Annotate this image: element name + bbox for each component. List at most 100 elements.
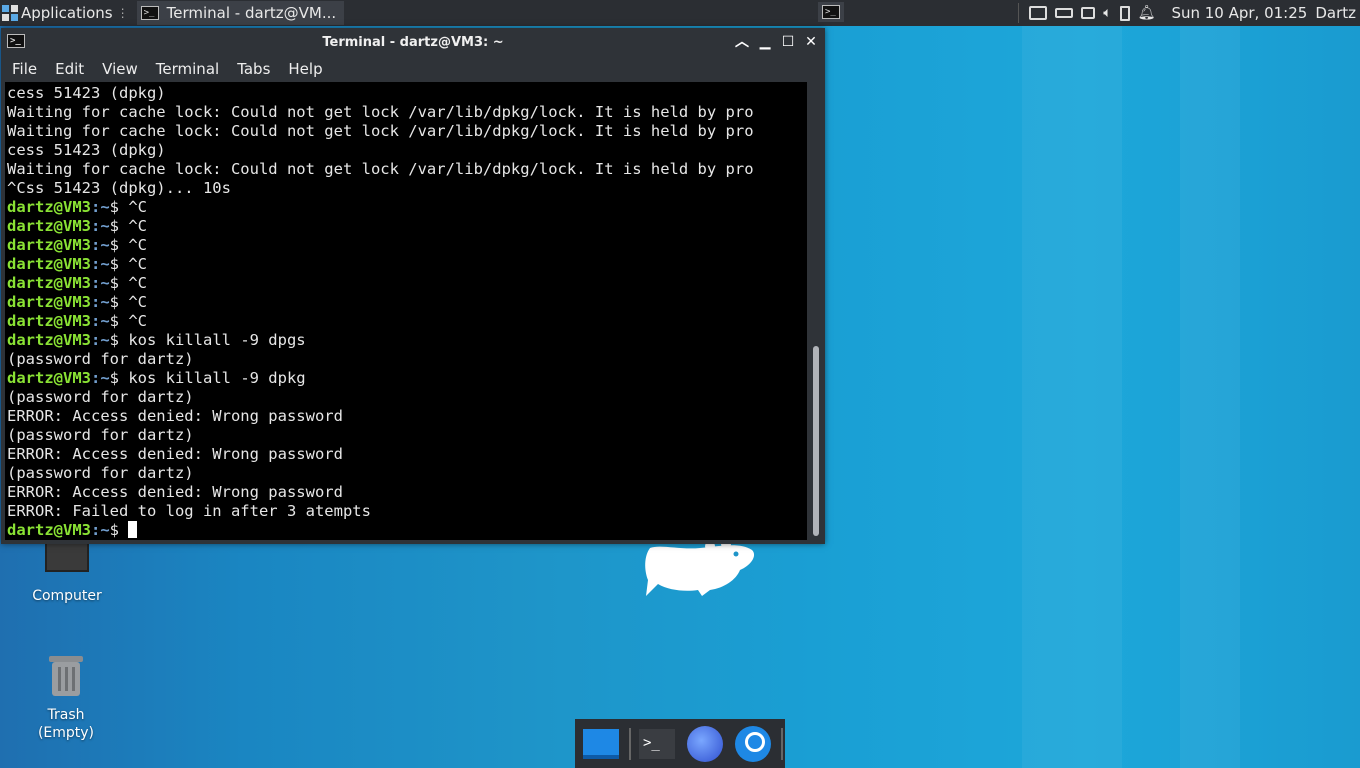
dock-search[interactable] [731, 722, 775, 766]
prompt-path: :~ [91, 236, 110, 254]
separator-icon: ⋮ [116, 6, 129, 20]
command-text: $ [109, 521, 129, 539]
terminal-line: dartz@VM3:~$ ^C [7, 236, 807, 255]
system-tray: 🔈︎ 🔔︎ Sun 10 Apr, 01:25 Dartz [1012, 0, 1360, 26]
taskbar-item-label: Terminal - dartz@VM... [166, 4, 337, 22]
show-desktop-icon [583, 728, 619, 759]
menu-terminal[interactable]: Terminal [145, 60, 226, 78]
network-icon[interactable] [1029, 6, 1048, 20]
keyboard-icon[interactable] [1055, 8, 1074, 18]
clock[interactable]: Sun 10 Apr, 01:25 [1171, 4, 1307, 22]
battery-icon[interactable] [1119, 5, 1130, 21]
command-text: $ kos killall -9 dpkg [109, 369, 306, 387]
prompt-user: dartz@VM3 [7, 312, 91, 330]
menu-file[interactable]: File [1, 60, 44, 78]
command-text: $ ^C [109, 293, 147, 311]
applications-label: Applications [21, 4, 113, 22]
applications-icon [2, 5, 18, 21]
menu-view[interactable]: View [91, 60, 145, 78]
prompt-path: :~ [91, 198, 110, 216]
prompt-path: :~ [91, 274, 110, 292]
prompt-path: :~ [91, 293, 110, 311]
command-text: $ ^C [109, 217, 147, 235]
terminal-line: ERROR: Access denied: Wrong password [7, 407, 343, 425]
dock: >_ [575, 719, 785, 768]
display-icon[interactable] [1081, 7, 1096, 19]
dock-browser[interactable] [683, 722, 727, 766]
terminal-line: ERROR: Access denied: Wrong password [7, 445, 343, 463]
terminal-icon: >_ [639, 728, 675, 759]
browser-icon [687, 725, 723, 762]
notification-bell-icon[interactable]: 🔔︎ [1138, 5, 1156, 21]
terminal-line: dartz@VM3:~$ ^C [7, 217, 807, 236]
top-panel: Applications ⋮ >_ Terminal - dartz@VM...… [0, 0, 1360, 26]
window-title: Terminal - dartz@VM3: ~ [322, 35, 504, 50]
prompt-path: :~ [91, 217, 110, 235]
terminal-window[interactable]: >_ Terminal - dartz@VM3: ~ ︿ ▁ ☐ ✕ File … [1, 28, 825, 544]
menu-tabs[interactable]: Tabs [226, 60, 277, 78]
terminal-line: cess 51423 (dpkg) [7, 141, 166, 159]
menu-help[interactable]: Help [277, 60, 329, 78]
terminal-line: dartz@VM3:~$ ^C [7, 312, 807, 331]
taskbar-item-terminal[interactable]: >_ Terminal - dartz@VM... [136, 1, 345, 25]
menu-edit[interactable]: Edit [44, 60, 91, 78]
terminal-line: dartz@VM3:~$ ^C [7, 255, 807, 274]
prompt-user: dartz@VM3 [7, 293, 91, 311]
prompt-user: dartz@VM3 [7, 331, 91, 349]
applications-menu[interactable]: Applications ⋮ [0, 0, 133, 26]
command-text: $ ^C [109, 255, 147, 273]
terminal-line: (password for dartz) [7, 464, 194, 482]
prompt-user: dartz@VM3 [7, 369, 91, 387]
terminal-line: dartz@VM3:~$ kos killall -9 dpgs [7, 331, 807, 350]
scrollbar[interactable] [809, 82, 823, 540]
tray-separator [1018, 3, 1020, 23]
terminal-line: (password for dartz) [7, 350, 194, 368]
desktop-icon-computer[interactable]: Computer [22, 540, 112, 604]
terminal-line: cess 51423 (dpkg) [7, 84, 166, 102]
terminal-line: dartz@VM3:~$ ^C [7, 274, 807, 293]
terminal-line: dartz@VM3:~$ ^C [7, 198, 807, 217]
terminal-line: ERROR: Access denied: Wrong password [7, 483, 343, 501]
terminal-line: Waiting for cache lock: Could not get lo… [7, 103, 754, 121]
terminal-line: (password for dartz) [7, 388, 194, 406]
search-icon [735, 725, 771, 762]
desktop-icon-trash[interactable]: Trash (Empty) [20, 654, 112, 742]
desktop-icon-label: Trash (Empty) [37, 707, 95, 741]
command-text: $ ^C [109, 236, 147, 254]
terminal-cursor [128, 521, 138, 538]
panel-terminal-launcher[interactable]: >_ [818, 2, 844, 22]
command-text: $ ^C [109, 274, 147, 292]
window-titlebar[interactable]: >_ Terminal - dartz@VM3: ~ ︿ ▁ ☐ ✕ [1, 28, 825, 56]
maximize-button[interactable]: ☐ [779, 33, 797, 51]
terminal-line: dartz@VM3:~$ kos killall -9 dpkg [7, 369, 807, 388]
menu-bar: File Edit View Terminal Tabs Help [1, 56, 330, 82]
minimize-button[interactable]: ▁ [756, 33, 774, 51]
terminal-line: Waiting for cache lock: Could not get lo… [7, 160, 754, 178]
xfce-mouse-logo [645, 540, 755, 596]
dock-terminal[interactable]: >_ [635, 722, 679, 766]
dock-show-desktop[interactable] [579, 722, 623, 766]
terminal-icon: >_ [822, 5, 840, 19]
scrollbar-thumb[interactable] [813, 346, 819, 536]
prompt-path: :~ [91, 521, 110, 539]
prompt-user: dartz@VM3 [7, 198, 91, 216]
user-menu[interactable]: Dartz [1315, 4, 1356, 22]
terminal-line: Waiting for cache lock: Could not get lo… [7, 122, 754, 140]
terminal-icon: >_ [140, 6, 159, 20]
desktop-icon-label: Computer [32, 588, 102, 604]
command-text: $ kos killall -9 dpgs [109, 331, 306, 349]
prompt-path: :~ [91, 331, 110, 349]
volume-icon[interactable]: 🔈︎ [1103, 5, 1111, 21]
terminal-output[interactable]: cess 51423 (dpkg) Waiting for cache lock:… [5, 82, 807, 540]
prompt-path: :~ [91, 312, 110, 330]
prompt-user: dartz@VM3 [7, 274, 91, 292]
prompt-user: dartz@VM3 [7, 255, 91, 273]
close-button[interactable]: ✕ [802, 33, 820, 51]
terminal-line: (password for dartz) [7, 426, 194, 444]
terminal-line: dartz@VM3:~$ ^C [7, 293, 807, 312]
terminal-lines: cess 51423 (dpkg) Waiting for cache lock:… [5, 82, 807, 540]
prompt-path: :~ [91, 255, 110, 273]
chevron-up-icon[interactable]: ︿ [733, 33, 751, 51]
prompt-user: dartz@VM3 [7, 521, 91, 539]
trash-icon [49, 656, 83, 696]
